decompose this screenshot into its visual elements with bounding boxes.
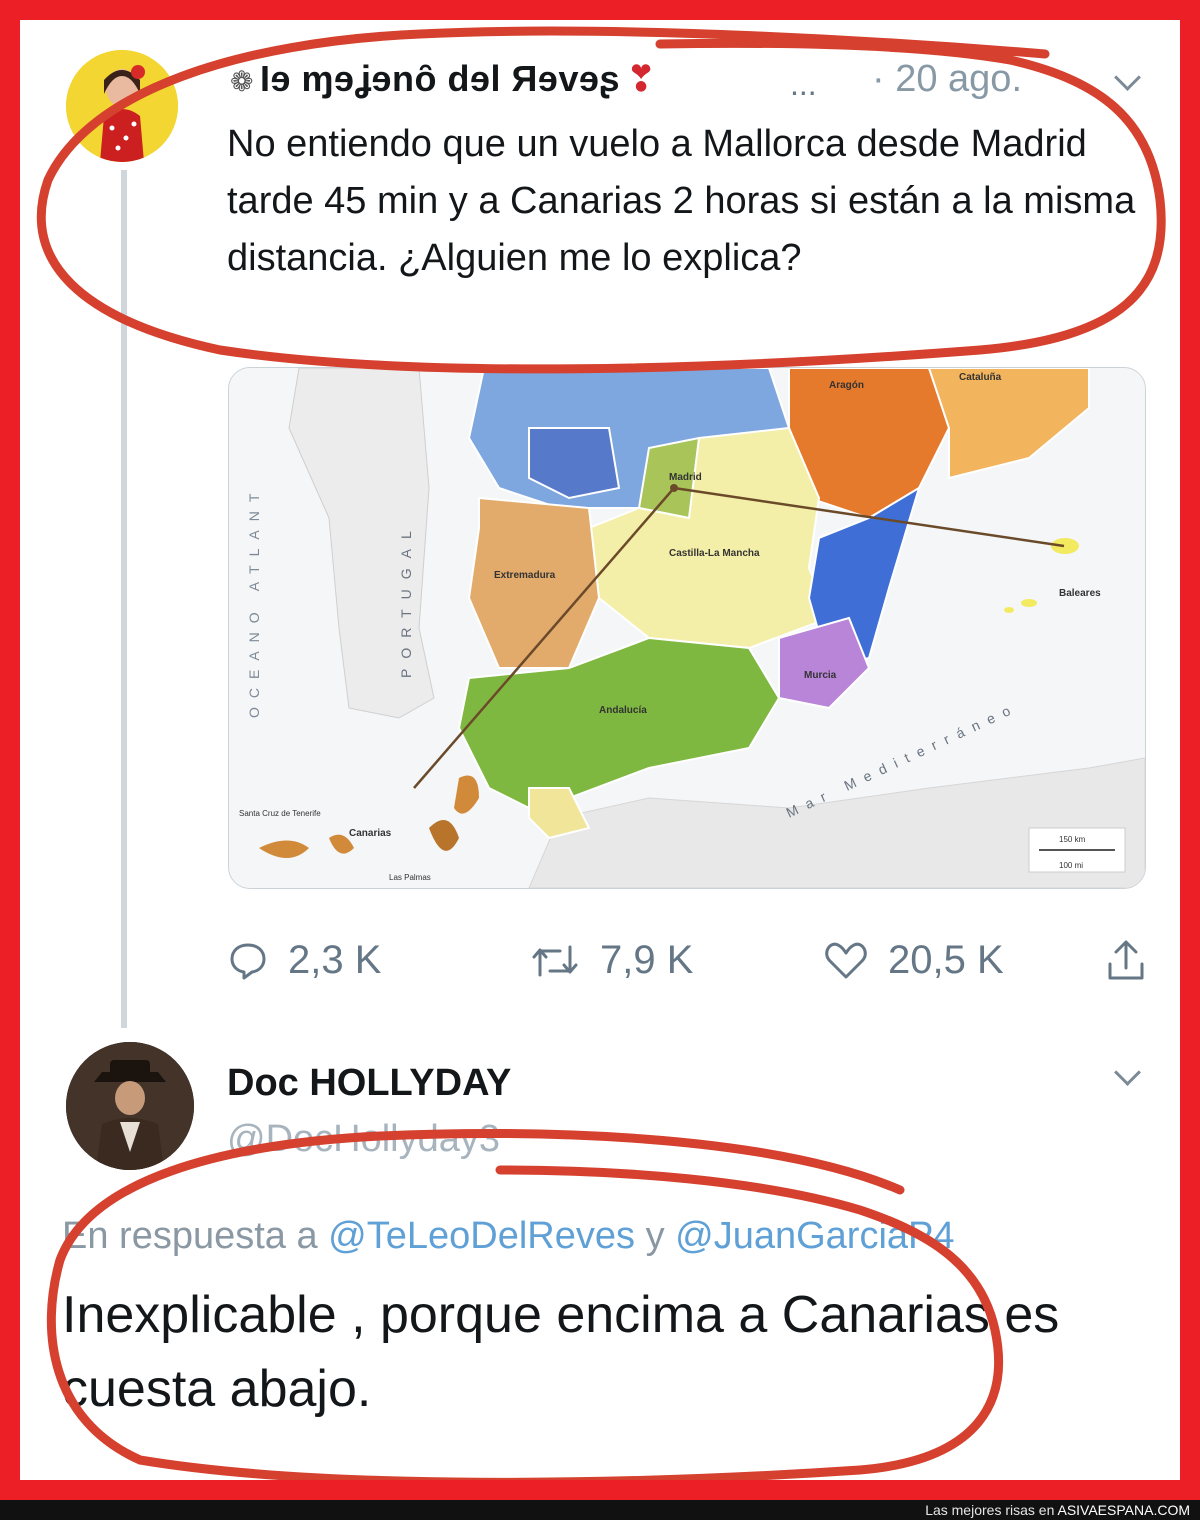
retweet-action[interactable]: 7,9 K <box>530 938 693 983</box>
and-word: y <box>645 1215 665 1257</box>
author-name-row[interactable]: ❁ Ɩɘ ɱɘʝɘnȏ dɘl Яɘvɘʂ ❣ <box>230 58 657 100</box>
map-label-aragon: Aragón <box>829 380 864 391</box>
retweet-count: 7,9 K <box>600 938 694 982</box>
map-label-laspalmas: Las Palmas <box>389 873 431 882</box>
map-label-extremadura: Extremadura <box>494 570 556 581</box>
thread-line <box>121 170 127 1028</box>
reply-author-handle[interactable]: @DocHollyday3 <box>227 1118 500 1161</box>
mention-teleodelreves[interactable]: @TeLeoDelReves <box>328 1215 635 1257</box>
map-label-tenerife: Santa Cruz de Tenerife <box>239 809 321 818</box>
tweet-image-map[interactable]: OCEANO ATLANT PORTUGAL Madrid Castilla-L… <box>228 367 1146 889</box>
reply-author-name[interactable]: Doc HOLLYDAY <box>227 1062 511 1105</box>
share-action[interactable] <box>1106 938 1146 982</box>
avatar-portrait-icon <box>66 1042 194 1170</box>
tweet-time[interactable]: · 20 ago. <box>872 58 1022 101</box>
map-label-cataluna: Cataluña <box>959 372 1002 383</box>
in-reply-to: En respuesta a @TeLeoDelReves y @JuanGar… <box>62 1215 955 1258</box>
reply-text: Inexplicable , porque encima a Canarias … <box>62 1286 1060 1418</box>
tweet-actions: 2,3 K 7,9 K 20,5 K <box>228 938 1158 988</box>
map-label-murcia: Murcia <box>804 670 837 681</box>
footer-site[interactable]: ASIVAESPANA.COM <box>1057 1502 1190 1518</box>
tweet-text: No entiendo que un vuelo a Mallorca desd… <box>227 123 1136 279</box>
heart-exclamation-icon: ❣ <box>626 58 657 99</box>
footer-prefix: Las mejores risas en <box>925 1502 1055 1518</box>
tweet-screenshot: ❁ Ɩɘ ɱɘʝɘnȏ dɘl Яɘvɘʂ ❣ ... · 20 ago. No e… <box>20 20 1180 1480</box>
reply-count: 2,3 K <box>288 938 382 982</box>
flower-icon: ❁ <box>230 66 254 97</box>
retweet-icon <box>532 945 578 976</box>
map-label-atlantic: OCEANO ATLANT <box>246 485 262 718</box>
author-name: Ɩɘ ɱɘʝɘnȏ dɘl Яɘvɘʂ <box>259 58 621 99</box>
like-count: 20,5 K <box>888 938 1004 982</box>
map-scale-mi: 100 mi <box>1059 861 1083 870</box>
share-icon <box>1108 940 1144 980</box>
map-label-castilla: Castilla-La Mancha <box>669 548 760 559</box>
chevron-down-icon[interactable] <box>1114 1059 1141 1086</box>
author-avatar[interactable] <box>66 50 178 162</box>
footer-text: Las mejores risas en ASIVAESPANA.COM <box>925 1502 1190 1518</box>
reply-action[interactable]: 2,3 K <box>228 938 381 983</box>
heart-icon <box>825 942 867 978</box>
more-dots: ... <box>790 66 817 102</box>
chevron-down-icon[interactable] <box>1114 64 1141 91</box>
map-label-madrid: Madrid <box>669 472 702 483</box>
map-label-andalucia: Andalucía <box>599 705 647 716</box>
map-scale-km: 150 km <box>1059 835 1086 844</box>
avatar-portrait-icon <box>66 50 178 162</box>
watermark-footer: Las mejores risas en ASIVAESPANA.COM <box>0 1500 1200 1520</box>
reply-author-avatar[interactable] <box>66 1042 194 1170</box>
like-action[interactable]: 20,5 K <box>824 938 1004 983</box>
map-label-baleares: Baleares <box>1059 588 1101 599</box>
mention-juangarciap4[interactable]: @JuanGarciaP4 <box>675 1215 954 1257</box>
in-reply-prefix: En respuesta a <box>62 1215 318 1257</box>
map-label-portugal: PORTUGAL <box>398 521 414 678</box>
map-label-canarias: Canarias <box>349 828 392 839</box>
comment-icon <box>230 943 266 979</box>
